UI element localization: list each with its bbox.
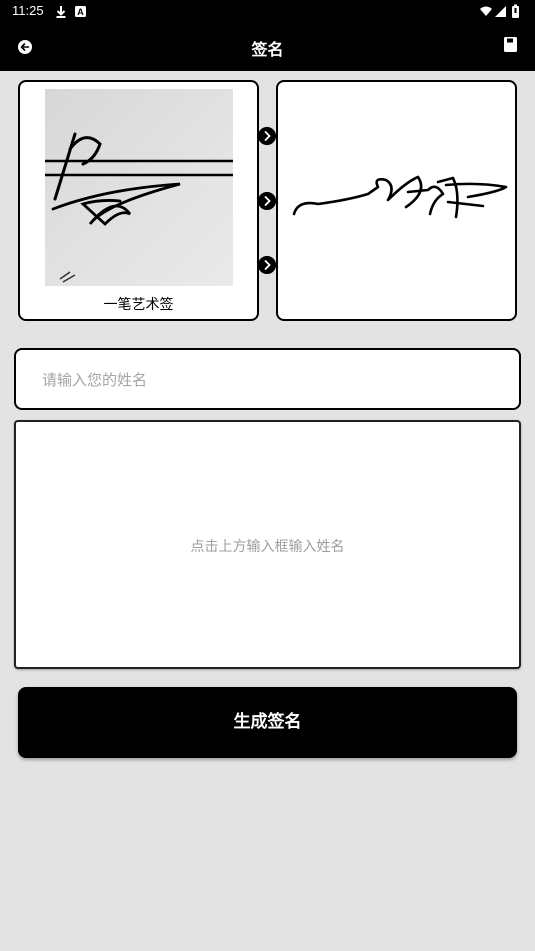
download-icon [56,6,66,18]
signature-sample [45,132,233,283]
next-style-arrow-icon[interactable] [258,192,276,210]
signature-result-image [292,175,508,219]
name-input[interactable] [40,350,484,410]
signature-canvas[interactable]: 点击上方输入框输入姓名 [14,420,521,669]
canvas-hint: 点击上方输入框输入姓名 [190,539,345,555]
signature-style-card[interactable]: 一笔艺术签 [18,80,259,321]
name-field-container [14,348,521,410]
app-bar: 签名 [0,24,535,71]
next-style-arrow-icon[interactable] [258,127,276,145]
page-title: 签名 [251,40,284,59]
status-time: 11:25 [12,3,44,18]
save-icon[interactable] [503,36,519,54]
battery-icon [512,4,519,18]
next-style-arrow-icon[interactable] [258,256,276,274]
svg-text:A: A [77,7,84,17]
signature-result-card [276,80,517,321]
a-badge-icon: A [75,6,86,17]
generate-signature-button[interactable]: 生成签名 [18,687,517,758]
style-preview-image [45,89,233,286]
style-caption: 一笔艺术签 [103,297,174,313]
system-icons [480,4,519,18]
signal-icon [495,6,506,17]
status-bar: 11:25 A [0,0,535,24]
notification-icons: A [56,6,86,18]
wifi-icon [480,6,492,16]
